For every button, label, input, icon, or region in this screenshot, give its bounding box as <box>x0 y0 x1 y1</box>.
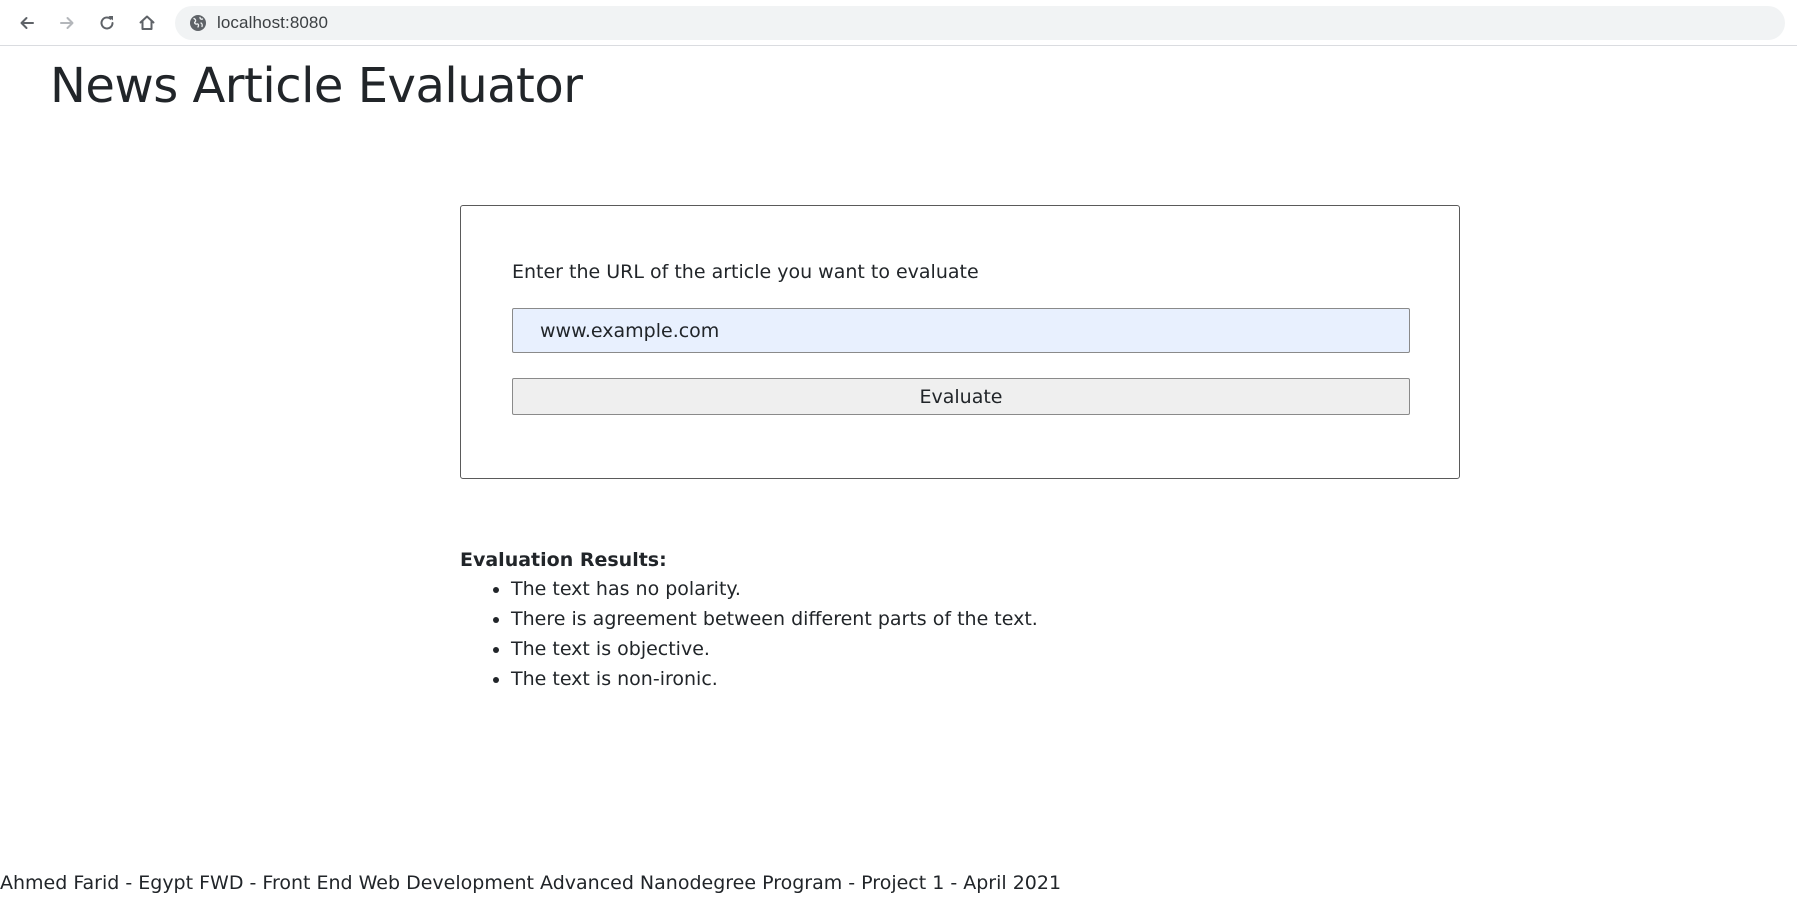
reload-button[interactable] <box>91 7 123 39</box>
results-heading: Evaluation Results: <box>460 549 667 571</box>
browser-toolbar: localhost:8080 <box>0 0 1797 46</box>
result-item: The text is objective. <box>511 634 1460 664</box>
globe-icon[interactable] <box>189 14 207 32</box>
results-list: The text has no polarity. There is agree… <box>460 574 1460 694</box>
url-input-label: Enter the URL of the article you want to… <box>512 261 979 283</box>
arrow-left-icon <box>17 13 37 33</box>
home-button[interactable] <box>131 7 163 39</box>
page-footer: Ahmed Farid - Egypt FWD - Front End Web … <box>0 872 1062 894</box>
evaluation-form: Enter the URL of the article you want to… <box>460 205 1460 479</box>
result-item: There is agreement between different par… <box>511 604 1460 634</box>
arrow-right-icon <box>57 13 77 33</box>
evaluate-button[interactable]: Evaluate <box>512 378 1410 415</box>
back-button[interactable] <box>11 7 43 39</box>
result-item: The text has no polarity. <box>511 574 1460 604</box>
home-icon <box>137 13 157 33</box>
url-input[interactable] <box>512 308 1410 353</box>
page-title: News Article Evaluator <box>50 58 583 114</box>
address-bar-url[interactable]: localhost:8080 <box>217 13 328 33</box>
result-item: The text is non-ironic. <box>511 664 1460 694</box>
reload-icon <box>97 13 117 33</box>
forward-button[interactable] <box>51 7 83 39</box>
address-bar[interactable]: localhost:8080 <box>175 6 1785 40</box>
evaluation-results: Evaluation Results: The text has no pola… <box>460 546 1460 694</box>
